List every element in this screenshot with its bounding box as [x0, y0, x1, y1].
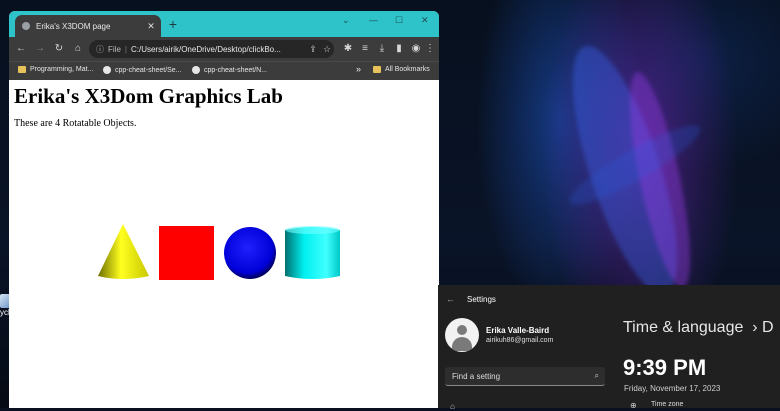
github-icon [192, 66, 200, 74]
profile-avatar-icon[interactable]: ◉ [409, 42, 423, 56]
current-time: 9:39 PM [623, 355, 707, 380]
new-tab-button[interactable]: + [165, 16, 181, 32]
tab-strip: Erika's X3DOM page ✕ + ⌄ — ☐ ✕ [9, 11, 439, 37]
x3d-scene[interactable] [95, 222, 345, 284]
page-content: Erika's X3Dom Graphics Lab These are 4 R… [9, 80, 439, 408]
browser-tab-active[interactable]: Erika's X3DOM page ✕ [15, 15, 161, 37]
breadcrumb-next: › D [752, 319, 774, 336]
search-placeholder: Find a setting [452, 371, 501, 381]
bookmark-star-icon[interactable]: ☆ [320, 44, 334, 55]
bookmarks-overflow-button[interactable]: » [356, 64, 361, 74]
all-bookmarks-label: All Bookmarks [385, 66, 430, 73]
folder-icon [373, 66, 381, 73]
page-title: Time & language › D [623, 319, 774, 337]
globe-icon: ⊕ [630, 401, 637, 410]
tab-search-icon[interactable]: ⌄ [342, 15, 350, 26]
find-setting-search[interactable]: Find a setting ⌕ [445, 367, 605, 386]
page-heading: Erika's X3Dom Graphics Lab [14, 84, 283, 108]
page-description: These are 4 Rotatable Objects. [14, 118, 137, 129]
bookmark-item[interactable]: cpp-cheat-sheet/Se... [103, 66, 182, 74]
home-icon[interactable]: ⌂ [71, 42, 85, 56]
globe-icon [22, 22, 30, 30]
settings-window: ← Settings Erika Valle-Baird airikuh86@g… [438, 285, 780, 411]
cylinder-object[interactable] [285, 226, 340, 279]
bookmark-label: cpp-cheat-sheet/N... [204, 66, 268, 74]
url-text[interactable]: C:/Users/airik/OneDrive/Desktop/clickBo.… [131, 45, 306, 54]
bookmark-item[interactable]: cpp-cheat-sheet/N... [192, 66, 267, 74]
back-arrow-icon[interactable]: ← [446, 294, 455, 304]
user-name: Erika Valle-Baird [486, 326, 550, 335]
search-icon: ⌕ [594, 371, 599, 380]
minimize-button[interactable]: — [369, 15, 378, 25]
home-nav-icon[interactable]: ⌂ [450, 402, 455, 411]
reload-icon[interactable]: ↻ [52, 42, 66, 56]
github-icon [103, 66, 111, 74]
reading-list-icon[interactable]: ≡ [358, 42, 372, 56]
browser-window: Erika's X3DOM page ✕ + ⌄ — ☐ ✕ ← → ↻ ⌂ ⓘ… [9, 11, 439, 408]
back-arrow-icon[interactable]: ← [14, 42, 28, 56]
page-title-text: Time & language [623, 319, 744, 336]
sphere-object[interactable] [224, 227, 276, 279]
avatar[interactable] [445, 318, 479, 352]
all-bookmarks-button[interactable]: All Bookmarks [373, 66, 430, 73]
cone-object[interactable] [98, 224, 149, 279]
side-panel-icon[interactable]: ▮ [392, 42, 406, 56]
info-icon[interactable]: ⓘ [96, 44, 104, 55]
address-bar[interactable]: ⓘ File | C:/Users/airik/OneDrive/Desktop… [89, 40, 334, 58]
folder-icon [18, 66, 26, 73]
avatar-body-shape [452, 337, 472, 351]
time-zone-label[interactable]: Time zone [651, 401, 683, 408]
bookmark-item[interactable]: Programming, Mat... [18, 66, 93, 73]
menu-kebab-icon[interactable]: ⋮ [423, 42, 437, 56]
bookmark-label: Programming, Mat... [30, 66, 94, 73]
settings-titlebar: ← Settings [446, 294, 496, 304]
extensions-icon[interactable]: ✱ [341, 42, 355, 56]
address-separator: | [124, 44, 127, 54]
avatar-head-shape [457, 325, 467, 335]
close-window-button[interactable]: ✕ [421, 15, 429, 26]
forward-arrow-icon[interactable]: → [33, 42, 47, 56]
browser-toolbar: ← → ↻ ⌂ ⓘ File | C:/Users/airik/OneDrive… [9, 37, 439, 61]
user-email: airikuh86@gmail.com [486, 337, 554, 344]
download-icon[interactable]: ⤓ [375, 42, 389, 56]
tab-close-icon[interactable]: ✕ [145, 21, 157, 32]
share-icon[interactable]: ⇪ [306, 44, 320, 55]
box-object[interactable] [159, 226, 214, 280]
site-info-label: File [108, 44, 121, 54]
bookmark-label: cpp-cheat-sheet/Se... [115, 66, 182, 74]
settings-title: Settings [467, 294, 496, 304]
maximize-button[interactable]: ☐ [395, 15, 403, 26]
tab-title: Erika's X3DOM page [36, 21, 111, 31]
bookmarks-bar: Programming, Mat... cpp-cheat-sheet/Se..… [9, 61, 439, 81]
current-date: Friday, November 17, 2023 [624, 384, 721, 393]
